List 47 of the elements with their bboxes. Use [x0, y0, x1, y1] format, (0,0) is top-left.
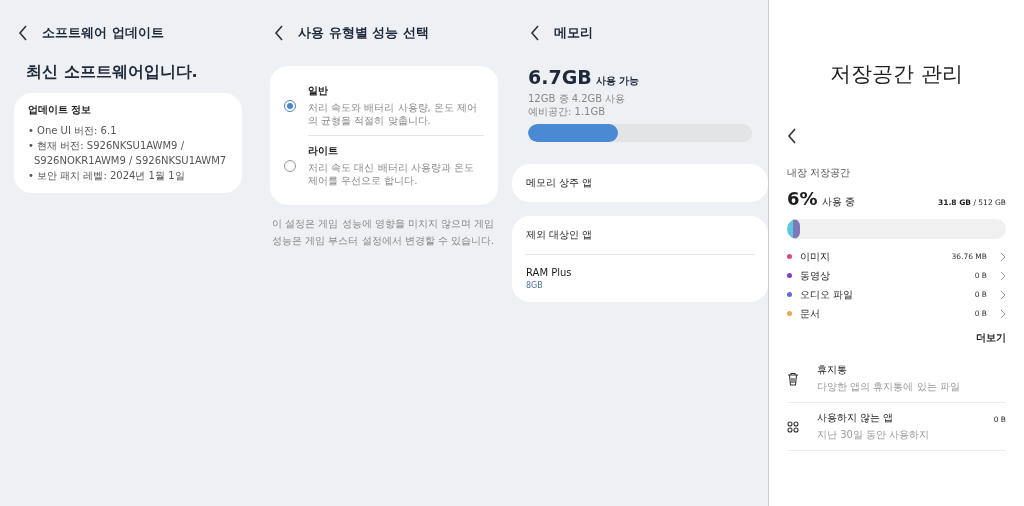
category-label[interactable]: 문서 — [800, 306, 967, 321]
back-icon[interactable] — [530, 25, 540, 41]
chevron-right-icon — [1000, 270, 1006, 281]
card-title: 업데이트 정보 — [28, 103, 93, 117]
usage-label: 사용 중 — [821, 195, 855, 209]
more-link[interactable]: 더보기 — [787, 331, 1006, 345]
option-description: 처리 속도 대신 배터리 사용량과 온도 제어를 우선으로 합니다. — [308, 161, 475, 187]
trash-icon — [787, 371, 799, 386]
page-title: 사용 유형별 성능 선택 — [298, 24, 429, 42]
page-title: 저장공간 관리 — [829, 61, 964, 88]
chevron-right-icon — [1000, 251, 1006, 262]
item-title[interactable]: 사용하지 않는 앱 — [817, 411, 976, 425]
option-label: 라이트 — [308, 144, 339, 158]
usage-text: 12GB 중 4.2GB 사용 — [528, 92, 627, 105]
reserve-text: 예비공간: 1.1GB — [528, 105, 607, 118]
back-icon[interactable] — [787, 128, 797, 144]
item-title[interactable]: 휴지통 — [817, 363, 1006, 377]
page-title: 소프트웨어 업데이트 — [42, 24, 164, 42]
option-label: 일반 — [308, 84, 329, 98]
option-description: 처리 속도와 배터리 사용량, 온도 제어의 균형을 적절히 맞춥니다. — [308, 101, 479, 127]
category-label[interactable]: 오디오 파일 — [800, 287, 967, 302]
chevron-right-icon — [1000, 289, 1006, 300]
section-title: 내장 저장공간 — [787, 166, 852, 180]
radio-button[interactable] — [284, 99, 296, 112]
note-text: 이 설정은 게임 성능에 영향을 미치지 않으며 게임 성능은 게임 부스터 설정에서 변경할 수 있습니다. — [272, 217, 496, 248]
info-line: • 보안 패치 레벨: 2024년 1월 1일 — [28, 169, 186, 183]
info-line: S926NOKR1AWM9 / S926NKSU1AWM7 — [33, 154, 228, 168]
category-label[interactable]: 이미지 — [800, 249, 944, 264]
usage-percent: 6% — [787, 188, 818, 209]
item-subtitle: 지난 30일 동안 사용하지 — [817, 428, 931, 442]
back-icon[interactable] — [18, 25, 28, 41]
info-line: • One UI 버전: 6.1 — [28, 124, 118, 138]
radio-button[interactable] — [284, 159, 296, 172]
chevron-right-icon — [1000, 308, 1006, 319]
setting-label[interactable]: 메모리 상주 앱 — [526, 176, 754, 190]
memory-available: 6.7GB — [528, 66, 592, 88]
page-title: 메모리 — [554, 24, 593, 42]
apps-icon — [787, 420, 799, 433]
status-heading: 최신 소프트웨어입니다. — [26, 62, 199, 83]
back-icon[interactable] — [274, 25, 284, 41]
available-label: 사용 가능 — [595, 74, 640, 88]
setting-label[interactable]: 제외 대상인 앱 — [526, 228, 754, 242]
category-label[interactable]: 동영상 — [800, 268, 967, 283]
info-line: • 현재 버전: S926NKSU1AWM9 / — [28, 139, 186, 153]
item-subtitle: 다양한 앱의 휴지통에 있는 파일 — [817, 380, 961, 394]
setting-value: 8GB — [526, 281, 544, 290]
setting-label[interactable]: RAM Plus — [526, 267, 754, 278]
